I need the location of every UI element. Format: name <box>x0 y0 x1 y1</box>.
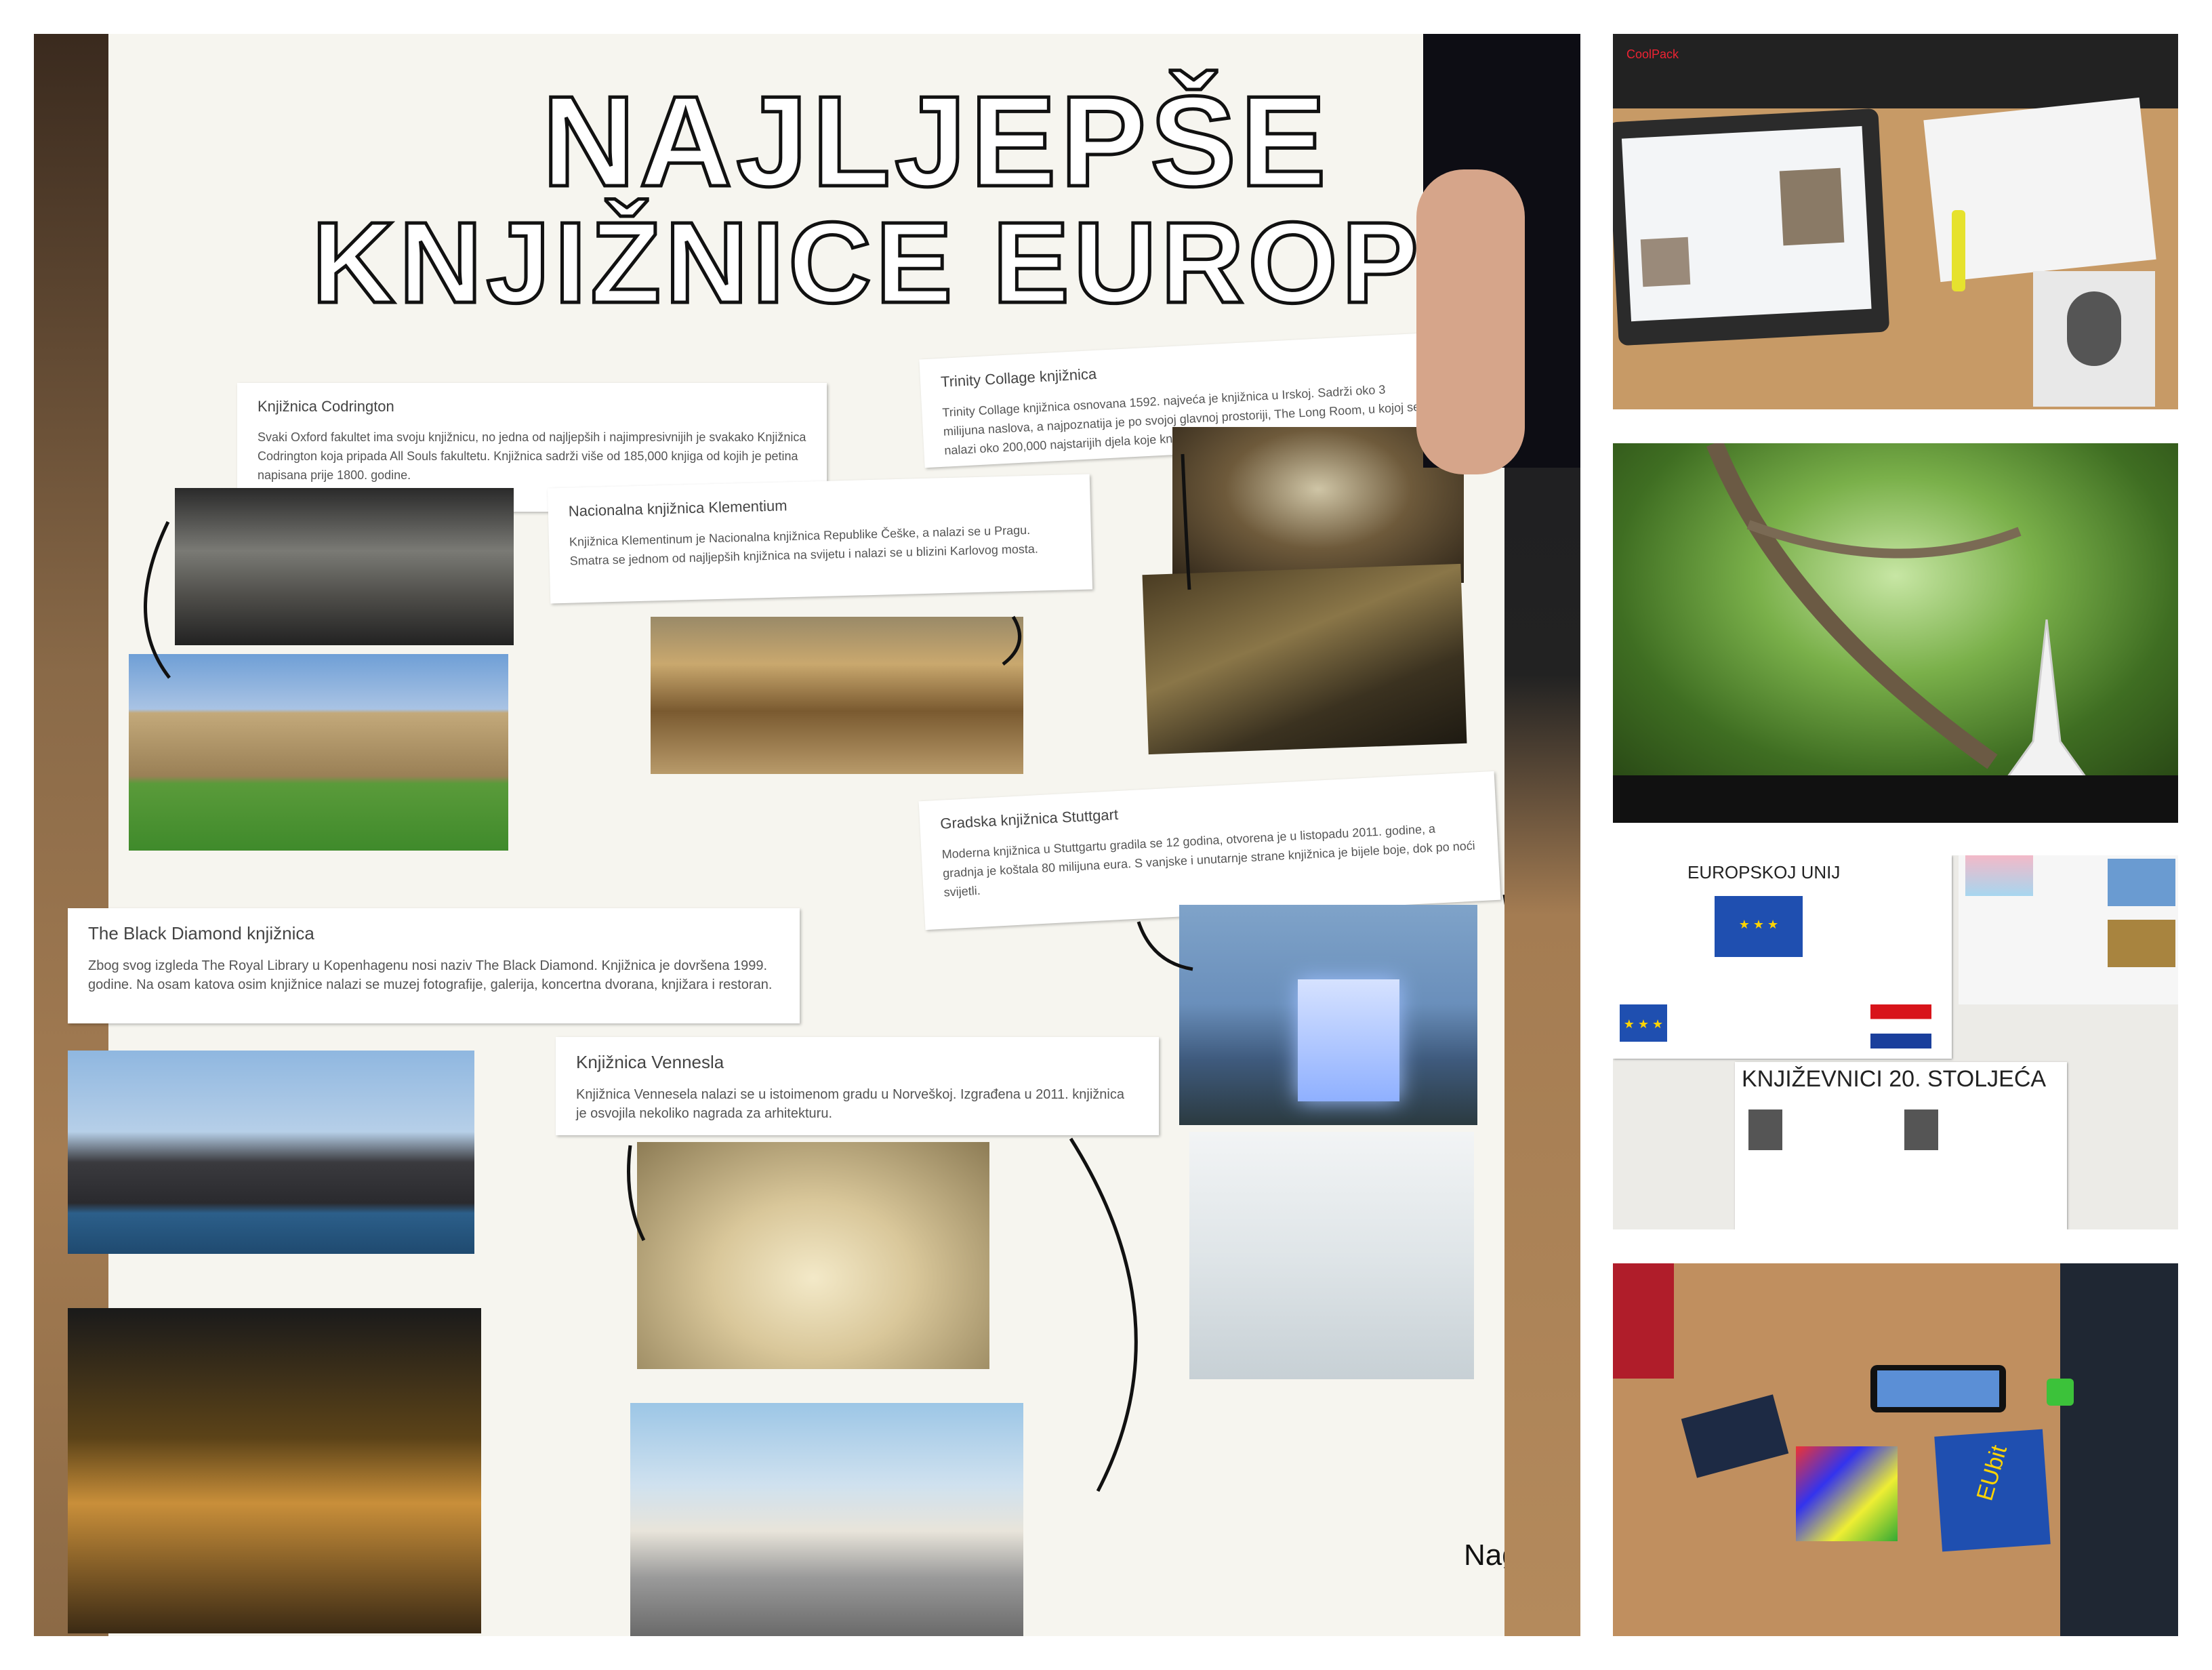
tablet-device <box>1613 108 1890 346</box>
student-hand <box>1416 169 1525 474</box>
glue-stick <box>1952 210 1965 291</box>
flag-scrap <box>1965 855 2033 896</box>
glue-stick-cap <box>2047 1379 2074 1406</box>
wall-banner-eu: EUROPSKOJ UNIJ <box>1687 862 1841 882</box>
screen-portrait <box>1779 167 1845 246</box>
paper-scrap-dark <box>1681 1394 1789 1478</box>
photo-students-phone: EUbit <box>1613 1263 2178 1636</box>
screen-thumbnail <box>1640 237 1691 287</box>
tower-model <box>1998 619 2095 789</box>
photo-eiffel-small <box>2108 859 2175 906</box>
writer-portrait-2 <box>1904 1109 1938 1150</box>
portrait-face <box>2067 291 2121 366</box>
photo-building-small <box>2108 920 2175 967</box>
poster-arrows <box>144 453 1504 1492</box>
eubit-card-label: EUbit <box>1971 1442 2013 1504</box>
wall-poster-maps <box>1959 855 2178 1004</box>
eu-flag-small-icon <box>1620 1004 1667 1042</box>
writer-portrait-1 <box>1748 1109 1782 1150</box>
corner-handwritten-note: Nagra je <box>1464 1539 1504 1572</box>
poster-sheet: NAJLJEPŠE KNJIŽNICE EUROPE Knjižnica Cod… <box>68 34 1504 1636</box>
pencil-case-red <box>1613 1263 1674 1379</box>
wall-banner-writers: KNJIŽEVNICI 20. STOLJEĆA <box>1742 1066 2047 1092</box>
wall-poster-writers: KNJIŽEVNICI 20. STOLJEĆA <box>1735 1062 2067 1229</box>
flags-card <box>1796 1446 1898 1541</box>
croatia-flag-icon <box>1870 1004 1931 1048</box>
smartphone-screen <box>1877 1370 1999 1407</box>
case-brand-label: CoolPack <box>1626 47 1679 61</box>
smartphone <box>1870 1365 2006 1412</box>
screen-bezel-bottom <box>1613 775 2178 823</box>
cut-portrait-photo <box>2033 271 2155 407</box>
photo-tree-tower <box>1613 443 2178 823</box>
photo-tablet-desk: CoolPack <box>1613 34 2178 409</box>
wall-poster-eu: EUROPSKOJ UNIJ <box>1613 855 1952 1059</box>
eubit-card: EUbit <box>1934 1429 2051 1552</box>
student-sleeve <box>2060 1263 2178 1636</box>
poster-photo: NAJLJEPŠE KNJIŽNICE EUROPE Knjižnica Cod… <box>34 34 1580 1636</box>
eu-flag-icon <box>1715 896 1803 957</box>
pencil-cases: CoolPack <box>1613 34 2178 108</box>
photo-classroom-wall: EUROPSKOJ UNIJ KNJIŽEVNICI 20. STOLJEĆA <box>1613 855 2178 1229</box>
tablet-screen <box>1621 126 1872 322</box>
